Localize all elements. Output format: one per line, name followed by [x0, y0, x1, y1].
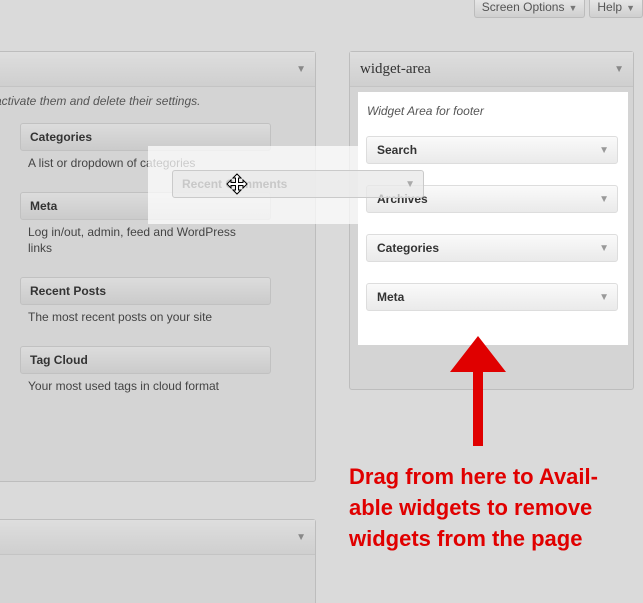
annotation-line: able widgets to remove [349, 495, 593, 520]
help-label: Help [597, 0, 623, 14]
widget-title: Tag Cloud [30, 353, 88, 367]
triangle-down-icon[interactable]: ▼ [599, 243, 609, 254]
annotation-line: widgets from the page [349, 526, 583, 551]
area-widget-meta[interactable]: Meta ▼ [366, 283, 618, 311]
triangle-down-icon[interactable]: ▼ [296, 64, 306, 75]
available-widgets-description: activate them and delete their settings. [0, 94, 201, 108]
area-widget-search[interactable]: Search ▼ [366, 136, 618, 164]
screen-options-button[interactable]: Screen Options ▼ [473, 0, 586, 18]
available-widgets-panel: ▼ activate them and delete their setting… [0, 51, 316, 482]
triangle-down-icon: ▼ [405, 179, 415, 190]
widget-area-header[interactable]: widget-area ▼ [350, 52, 633, 87]
dragging-widget-recent-comments[interactable]: Recent Comments ▼ [172, 170, 424, 198]
widget-description: Log in/out, admin, feed and WordPress li… [28, 225, 236, 255]
help-button[interactable]: Help ▼ [589, 0, 643, 18]
triangle-down-icon[interactable]: ▼ [599, 292, 609, 303]
widget-title: Categories [30, 130, 93, 144]
chevron-down-icon: ▼ [626, 3, 635, 13]
screen-options-label: Screen Options [481, 0, 565, 14]
triangle-down-icon[interactable]: ▼ [599, 145, 609, 156]
widget-area-drop-zone[interactable]: Widget Area for footer Search ▼ Archives… [358, 92, 628, 345]
widget-recent-posts[interactable]: Recent Posts [20, 277, 271, 305]
triangle-down-icon[interactable]: ▼ [614, 64, 624, 75]
chevron-down-icon: ▼ [568, 3, 578, 13]
widget-title: Meta [30, 199, 58, 213]
widget-title: Categories [377, 241, 440, 255]
inactive-widgets-panel: ▼ [0, 519, 316, 603]
inactive-widgets-header[interactable]: ▼ [0, 520, 315, 555]
widget-description: Your most used tags in cloud format [28, 379, 219, 393]
widget-tag-cloud[interactable]: Tag Cloud [20, 346, 271, 374]
triangle-down-icon[interactable]: ▼ [296, 532, 306, 543]
widget-title: Recent Posts [30, 284, 107, 298]
widget-area-title: widget-area [360, 61, 431, 77]
annotation-text: Drag from here to Avail- able widgets to… [349, 461, 639, 554]
triangle-down-icon[interactable]: ▼ [599, 194, 609, 205]
widget-title: Meta [377, 290, 405, 304]
widget-area-description: Widget Area for footer [367, 104, 484, 118]
red-up-arrow-icon [450, 336, 506, 446]
screen-meta-links: Screen Options ▼ Help ▼ [473, 0, 643, 18]
area-widget-categories[interactable]: Categories ▼ [366, 234, 618, 262]
move-cursor-icon [226, 173, 248, 195]
widget-title: Search [377, 143, 418, 157]
annotation-line: Drag from here to Avail- [349, 464, 598, 489]
widget-description: The most recent posts on your site [28, 310, 213, 324]
available-widgets-header[interactable]: ▼ [0, 52, 315, 87]
